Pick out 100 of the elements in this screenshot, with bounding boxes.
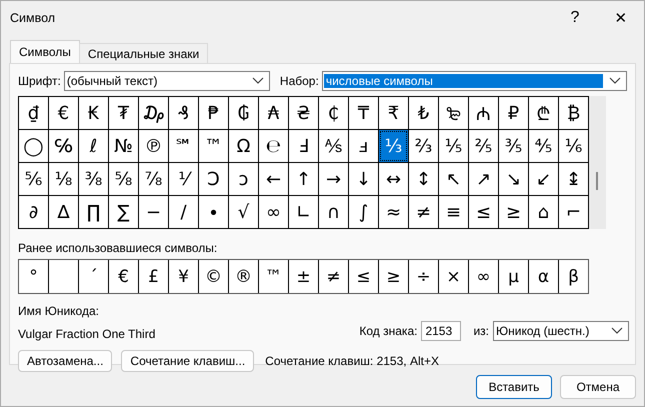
recent-symbol-cell[interactable]: £ bbox=[139, 260, 168, 293]
tab[interactable]: Символы bbox=[10, 40, 80, 63]
symbol-cell[interactable]: ◯ bbox=[19, 130, 48, 162]
symbol-cell[interactable]: ⅕ bbox=[439, 130, 468, 162]
symbol-cell[interactable]: ∑ bbox=[109, 196, 138, 228]
symbol-cell[interactable]: ∟ bbox=[289, 196, 318, 228]
symbol-cell[interactable]: − bbox=[139, 196, 168, 228]
symbol-cell[interactable]: ⅎ bbox=[349, 130, 378, 162]
code-field[interactable]: 2153 bbox=[421, 321, 462, 341]
symbol-cell[interactable]: ∩ bbox=[319, 196, 348, 228]
recent-symbol-cell[interactable]: ≥ bbox=[379, 260, 408, 293]
scrollbar[interactable] bbox=[589, 96, 606, 229]
symbol-cell[interactable]: ₱ bbox=[199, 97, 228, 129]
recent-symbol-cell[interactable]: µ bbox=[499, 260, 528, 293]
symbol-cell[interactable]: ⅞ bbox=[139, 163, 168, 195]
font-dropdown[interactable]: (обычный текст) bbox=[64, 71, 270, 91]
recent-symbol-cell[interactable]: © bbox=[199, 260, 228, 293]
recent-symbol-cell[interactable]: ∞ bbox=[469, 260, 498, 293]
symbol-cell[interactable]: Ω bbox=[229, 130, 258, 162]
symbol-cell[interactable]: ⌐ bbox=[559, 196, 588, 228]
subset-dropdown[interactable]: числовые символы bbox=[322, 71, 627, 91]
symbol-cell[interactable]: ↗ bbox=[469, 163, 498, 195]
symbol-cell[interactable]: ⅜ bbox=[79, 163, 108, 195]
symbol-cell[interactable]: ∆ bbox=[49, 196, 78, 228]
symbol-cell[interactable]: ↑ bbox=[289, 163, 318, 195]
symbol-cell[interactable]: ∏ bbox=[79, 196, 108, 228]
symbol-cell[interactable]: ₿ bbox=[559, 97, 588, 129]
symbol-cell[interactable]: ↄ bbox=[229, 163, 258, 195]
symbol-cell[interactable]: ₵ bbox=[319, 97, 348, 129]
symbol-cell[interactable]: ₾ bbox=[529, 97, 558, 129]
recent-symbol-cell[interactable]: € bbox=[109, 260, 138, 293]
recent-symbol-cell[interactable]: ® bbox=[229, 260, 258, 293]
symbol-cell[interactable]: ∙ bbox=[199, 196, 228, 228]
symbol-cell[interactable]: ⅝ bbox=[109, 163, 138, 195]
symbol-cell[interactable]: ← bbox=[259, 163, 288, 195]
symbol-cell[interactable]: → bbox=[319, 163, 348, 195]
symbol-cell[interactable]: ⅗ bbox=[499, 130, 528, 162]
symbol-cell[interactable]: ₺ bbox=[409, 97, 438, 129]
recent-symbol-cell[interactable]: α bbox=[529, 260, 558, 293]
recent-symbol-cell[interactable] bbox=[49, 260, 78, 293]
symbol-cell[interactable]: ₴ bbox=[289, 97, 318, 129]
recent-symbol-cell[interactable]: β bbox=[559, 260, 588, 293]
symbol-cell[interactable]: № bbox=[109, 130, 138, 162]
recent-symbol-cell[interactable]: ÷ bbox=[409, 260, 438, 293]
symbol-cell[interactable]: ≤ bbox=[469, 196, 498, 228]
recent-symbol-cell[interactable]: ¥ bbox=[169, 260, 198, 293]
symbol-cell[interactable]: ∫ bbox=[349, 196, 378, 228]
symbol-cell[interactable]: ₮ bbox=[109, 97, 138, 129]
recent-symbol-cell[interactable]: ° bbox=[19, 260, 48, 293]
symbol-cell[interactable]: √ bbox=[229, 196, 258, 228]
symbol-cell[interactable]: ↘ bbox=[499, 163, 528, 195]
symbol-cell[interactable]: ∞ bbox=[259, 196, 288, 228]
symbol-cell[interactable]: ℠ bbox=[169, 130, 198, 162]
recent-symbol-cell[interactable]: ™ bbox=[259, 260, 288, 293]
symbol-cell[interactable]: ₯ bbox=[139, 97, 168, 129]
symbol-cell[interactable]: ⅚ bbox=[19, 163, 48, 195]
symbol-cell[interactable]: ↕ bbox=[409, 163, 438, 195]
symbol-cell[interactable]: ₻ bbox=[439, 97, 468, 129]
symbol-cell[interactable]: ℗ bbox=[139, 130, 168, 162]
symbol-cell[interactable]: ↨ bbox=[559, 163, 588, 195]
symbol-cell[interactable]: ₰ bbox=[169, 97, 198, 129]
symbol-cell[interactable]: ≈ bbox=[379, 196, 408, 228]
symbol-cell[interactable]: ≡ bbox=[439, 196, 468, 228]
symbol-cell[interactable]: ⅘ bbox=[529, 130, 558, 162]
symbol-cell[interactable]: ₫ bbox=[19, 97, 48, 129]
close-button[interactable]: ✕ bbox=[598, 1, 644, 35]
symbol-cell[interactable]: Ↄ bbox=[199, 163, 228, 195]
symbol-cell[interactable]: ₳ bbox=[259, 97, 288, 129]
shortcut-key-button[interactable]: Сочетание клавиш... bbox=[121, 350, 254, 372]
symbol-cell[interactable]: ⅔ bbox=[409, 130, 438, 162]
autocorrect-button[interactable]: Автозамена... bbox=[18, 350, 112, 372]
symbol-cell[interactable]: ₭ bbox=[79, 97, 108, 129]
symbol-cell[interactable]: ℮ bbox=[259, 130, 288, 162]
symbol-cell[interactable]: ⅙ bbox=[559, 130, 588, 162]
symbol-cell[interactable]: ↙ bbox=[529, 163, 558, 195]
insert-button[interactable]: Вставить bbox=[476, 375, 552, 399]
cancel-button[interactable]: Отмена bbox=[560, 375, 636, 399]
symbol-cell[interactable]: ⅟ bbox=[169, 163, 198, 195]
tab[interactable]: Специальные знаки bbox=[78, 43, 208, 63]
symbol-cell[interactable]: € bbox=[49, 97, 78, 129]
symbol-cell[interactable]: ≥ bbox=[499, 196, 528, 228]
help-button[interactable]: ? bbox=[552, 1, 598, 35]
symbol-cell[interactable]: ↔ bbox=[379, 163, 408, 195]
encoding-dropdown[interactable]: Юникод (шестн.) bbox=[493, 321, 629, 341]
symbol-cell[interactable]: ⅍ bbox=[319, 130, 348, 162]
symbol-cell[interactable]: ≠ bbox=[409, 196, 438, 228]
recent-symbol-cell[interactable]: ´ bbox=[79, 260, 108, 293]
symbol-cell[interactable]: ⌂ bbox=[529, 196, 558, 228]
recent-symbol-cell[interactable]: ± bbox=[289, 260, 318, 293]
symbol-cell[interactable]: ⅓ bbox=[379, 130, 408, 162]
symbol-cell[interactable]: ™ bbox=[199, 130, 228, 162]
symbol-cell[interactable]: ⅖ bbox=[469, 130, 498, 162]
recent-symbol-cell[interactable]: ≤ bbox=[349, 260, 378, 293]
symbol-cell[interactable]: ₹ bbox=[379, 97, 408, 129]
symbol-cell[interactable]: ₸ bbox=[349, 97, 378, 129]
symbol-cell[interactable]: ₼ bbox=[469, 97, 498, 129]
symbol-cell[interactable]: Ⅎ bbox=[289, 130, 318, 162]
symbol-cell[interactable]: ₲ bbox=[229, 97, 258, 129]
symbol-cell[interactable]: ↖ bbox=[439, 163, 468, 195]
symbol-cell[interactable]: ∂ bbox=[19, 196, 48, 228]
